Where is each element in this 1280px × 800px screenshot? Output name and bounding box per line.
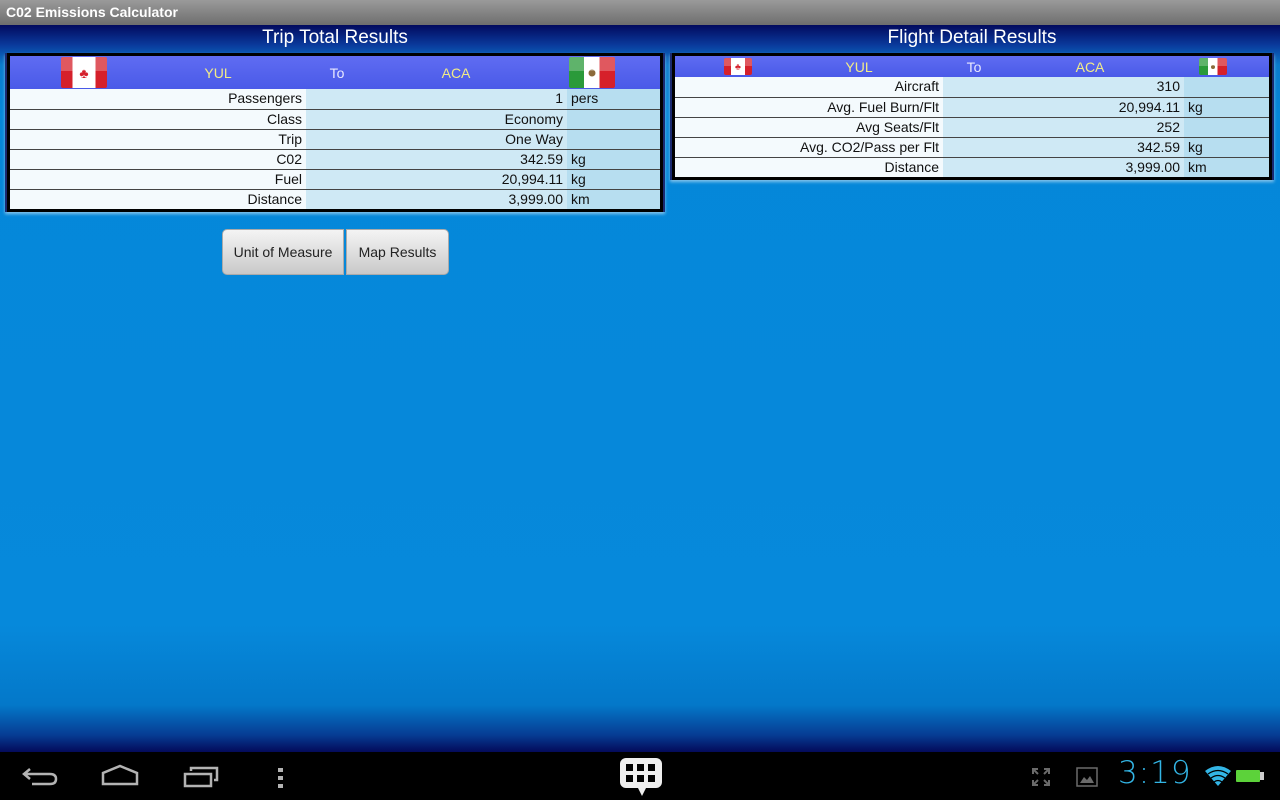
- to-label: To: [966, 58, 982, 75]
- row-value: 1: [306, 89, 567, 109]
- row-value: Economy: [306, 110, 567, 129]
- row-label: Fuel: [10, 170, 306, 189]
- home-icon[interactable]: [101, 764, 139, 786]
- battery-icon: [1236, 770, 1264, 782]
- table-row: Passengers 1 pers: [10, 89, 660, 109]
- flight-detail-table: ♣ YUL To ACA Aircraft 310 Avg. Fuel Burn…: [670, 53, 1274, 180]
- row-unit: [1184, 77, 1269, 97]
- row-label: Avg. Fuel Burn/Flt: [675, 98, 943, 117]
- trip-total-rows: Passengers 1 pers Class Economy Trip One…: [10, 89, 660, 209]
- origin-code: YUL: [204, 64, 232, 81]
- table-row: Avg. Fuel Burn/Flt 20,994.11 kg: [675, 97, 1269, 117]
- origin-code: YUL: [845, 58, 873, 75]
- row-value: 342.59: [306, 150, 567, 169]
- row-unit: [567, 130, 660, 149]
- clock: 3:19: [1118, 755, 1192, 791]
- row-value: 3,999.00: [943, 158, 1184, 177]
- table-row: C02 342.59 kg: [10, 149, 660, 169]
- gallery-icon[interactable]: [1076, 767, 1098, 787]
- flight-detail-route-header: ♣ YUL To ACA: [675, 56, 1269, 77]
- row-value: One Way: [306, 130, 567, 149]
- canada-flag-icon: ♣: [61, 57, 107, 88]
- back-icon[interactable]: [22, 766, 58, 786]
- row-label: Avg Seats/Flt: [675, 118, 943, 137]
- fullscreen-icon[interactable]: [1031, 767, 1051, 787]
- app-drawer-icon[interactable]: [618, 756, 664, 798]
- table-row: Avg. CO2/Pass per Flt 342.59 kg: [675, 137, 1269, 157]
- mexico-flag-icon: [569, 57, 615, 88]
- table-row: Distance 3,999.00 km: [675, 157, 1269, 177]
- wifi-icon: [1205, 766, 1231, 786]
- row-unit: km: [1184, 158, 1269, 177]
- row-unit: [1184, 118, 1269, 137]
- unit-of-measure-button[interactable]: Unit of Measure: [222, 229, 344, 275]
- row-unit: kg: [567, 170, 660, 189]
- trip-total-title: Trip Total Results: [262, 27, 408, 48]
- row-label: C02: [10, 150, 306, 169]
- to-label: To: [329, 64, 345, 81]
- main-content: Trip Total Results ♣ YUL To ACA Passenge…: [0, 25, 1280, 752]
- row-label: Class: [10, 110, 306, 129]
- action-buttons: Unit of Measure Map Results: [222, 229, 449, 275]
- destination-code: ACA: [1075, 58, 1105, 75]
- table-row: Distance 3,999.00 km: [10, 189, 660, 209]
- map-results-button[interactable]: Map Results: [346, 229, 449, 275]
- row-unit: km: [567, 190, 660, 209]
- destination-code: ACA: [441, 64, 471, 81]
- canada-flag-icon: ♣: [724, 58, 752, 75]
- flight-detail-title: Flight Detail Results: [887, 27, 1057, 48]
- table-row: Trip One Way: [10, 129, 660, 149]
- row-value: 20,994.11: [306, 170, 567, 189]
- row-value: 252: [943, 118, 1184, 137]
- system-navigation-bar: 3:19: [0, 752, 1280, 800]
- app-title: C02 Emissions Calculator: [6, 4, 178, 20]
- row-value: 310: [943, 77, 1184, 97]
- row-label: Avg. CO2/Pass per Flt: [675, 138, 943, 157]
- table-row: Class Economy: [10, 109, 660, 129]
- row-value: 20,994.11: [943, 98, 1184, 117]
- row-label: Passengers: [10, 89, 306, 109]
- row-unit: kg: [1184, 98, 1269, 117]
- row-unit: kg: [1184, 138, 1269, 157]
- table-row: Avg Seats/Flt 252: [675, 117, 1269, 137]
- menu-icon[interactable]: [277, 767, 285, 789]
- trip-total-table: ♣ YUL To ACA Passengers 1 pers Class Eco…: [5, 53, 665, 212]
- row-label: Distance: [675, 158, 943, 177]
- row-unit: kg: [567, 150, 660, 169]
- recent-apps-icon[interactable]: [183, 766, 219, 788]
- row-unit: pers: [567, 89, 660, 109]
- table-row: Aircraft 310: [675, 77, 1269, 97]
- flight-detail-rows: Aircraft 310 Avg. Fuel Burn/Flt 20,994.1…: [675, 77, 1269, 177]
- table-row: Fuel 20,994.11 kg: [10, 169, 660, 189]
- app-title-bar: C02 Emissions Calculator: [0, 0, 1280, 25]
- mexico-flag-icon: [1199, 58, 1227, 75]
- row-label: Trip: [10, 130, 306, 149]
- row-label: Distance: [10, 190, 306, 209]
- trip-total-route-header: ♣ YUL To ACA: [10, 56, 660, 89]
- row-label: Aircraft: [675, 77, 943, 97]
- row-value: 342.59: [943, 138, 1184, 157]
- row-value: 3,999.00: [306, 190, 567, 209]
- row-unit: [567, 110, 660, 129]
